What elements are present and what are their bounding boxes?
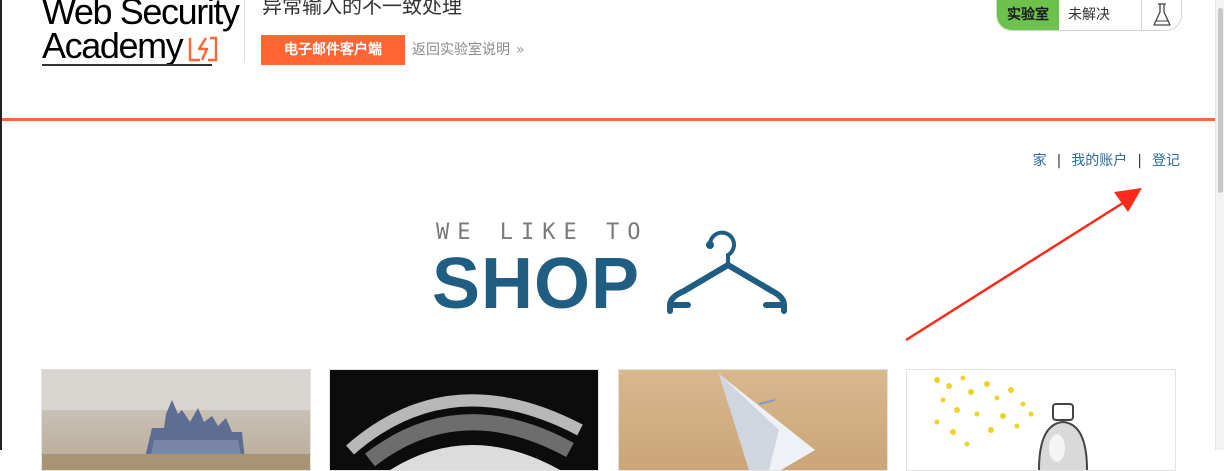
scrollbar-thumb[interactable] (1218, 8, 1223, 193)
nav-separator: | (1056, 153, 1062, 169)
logo-text-line2: Academy (42, 25, 184, 66)
paper-plane-image (719, 374, 815, 470)
product-tile-eye[interactable] (329, 369, 599, 471)
lab-status-label: 实验室 (997, 0, 1059, 30)
logo-underline (42, 64, 212, 66)
lab-header: Web Security Academy 异常输入的不一致处理 电子邮件客户端 … (0, 0, 1216, 118)
hero-shop-title: SHOP (432, 244, 641, 324)
hero-tagline: WE LIKE TO (436, 220, 649, 245)
eye-image (330, 370, 598, 470)
email-client-button[interactable]: 电子邮件客户端 (261, 35, 405, 65)
lightning-mark-icon (188, 36, 218, 62)
red-annotation-arrow (905, 188, 1142, 342)
site-navigation: 家 | 我的账户 | 登记 (1033, 150, 1180, 172)
back-link-label: 返回实验室说明 (412, 42, 510, 58)
flask-icon (1141, 0, 1181, 30)
product-tile-paper-plane[interactable] (618, 369, 888, 471)
nav-home-link[interactable]: 家 (1033, 153, 1047, 169)
lab-status-widget: 实验室 未解决 (996, 0, 1182, 31)
lab-status-value: 未解决 (1068, 7, 1110, 23)
product-tile-castle[interactable] (41, 369, 311, 471)
lab-title: 异常输入的不一致处理 (262, 0, 462, 18)
product-tile-spray[interactable] (906, 369, 1176, 471)
clothes-hanger-icon (667, 230, 787, 314)
nav-login-link[interactable]: 登记 (1152, 153, 1180, 169)
header-orange-rule (2, 118, 1216, 121)
header-divider (244, 0, 245, 62)
nav-separator: | (1137, 153, 1142, 169)
nav-my-account-link[interactable]: 我的账户 (1071, 153, 1127, 169)
double-chevron-right-icon: » (516, 42, 525, 58)
vertical-scrollbar[interactable] (1215, 0, 1224, 450)
spray-bottle-image (934, 375, 1088, 470)
castle-image (42, 370, 310, 470)
web-security-academy-logo[interactable]: Web Security Academy (42, 0, 242, 72)
back-to-lab-description-link[interactable]: 返回实验室说明 » (412, 38, 525, 62)
